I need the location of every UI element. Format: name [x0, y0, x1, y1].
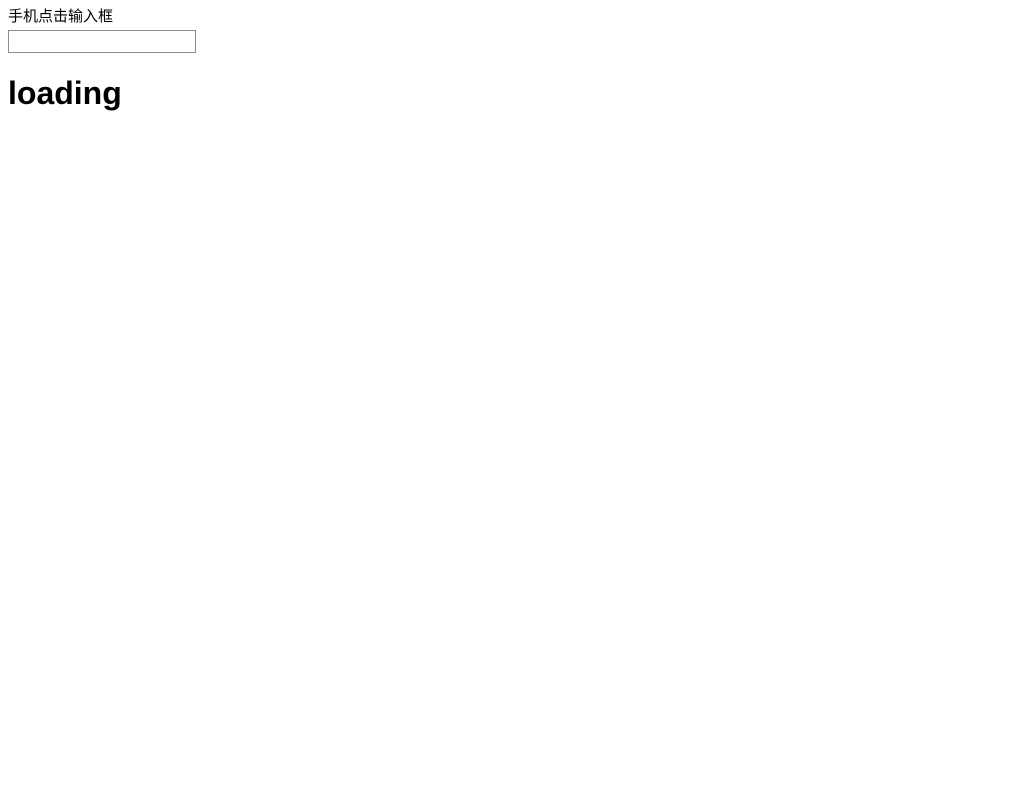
- text-input[interactable]: [8, 30, 196, 53]
- loading-heading: loading: [8, 74, 1016, 112]
- input-label: 手机点击输入框: [8, 8, 1016, 26]
- input-container: [8, 30, 1016, 53]
